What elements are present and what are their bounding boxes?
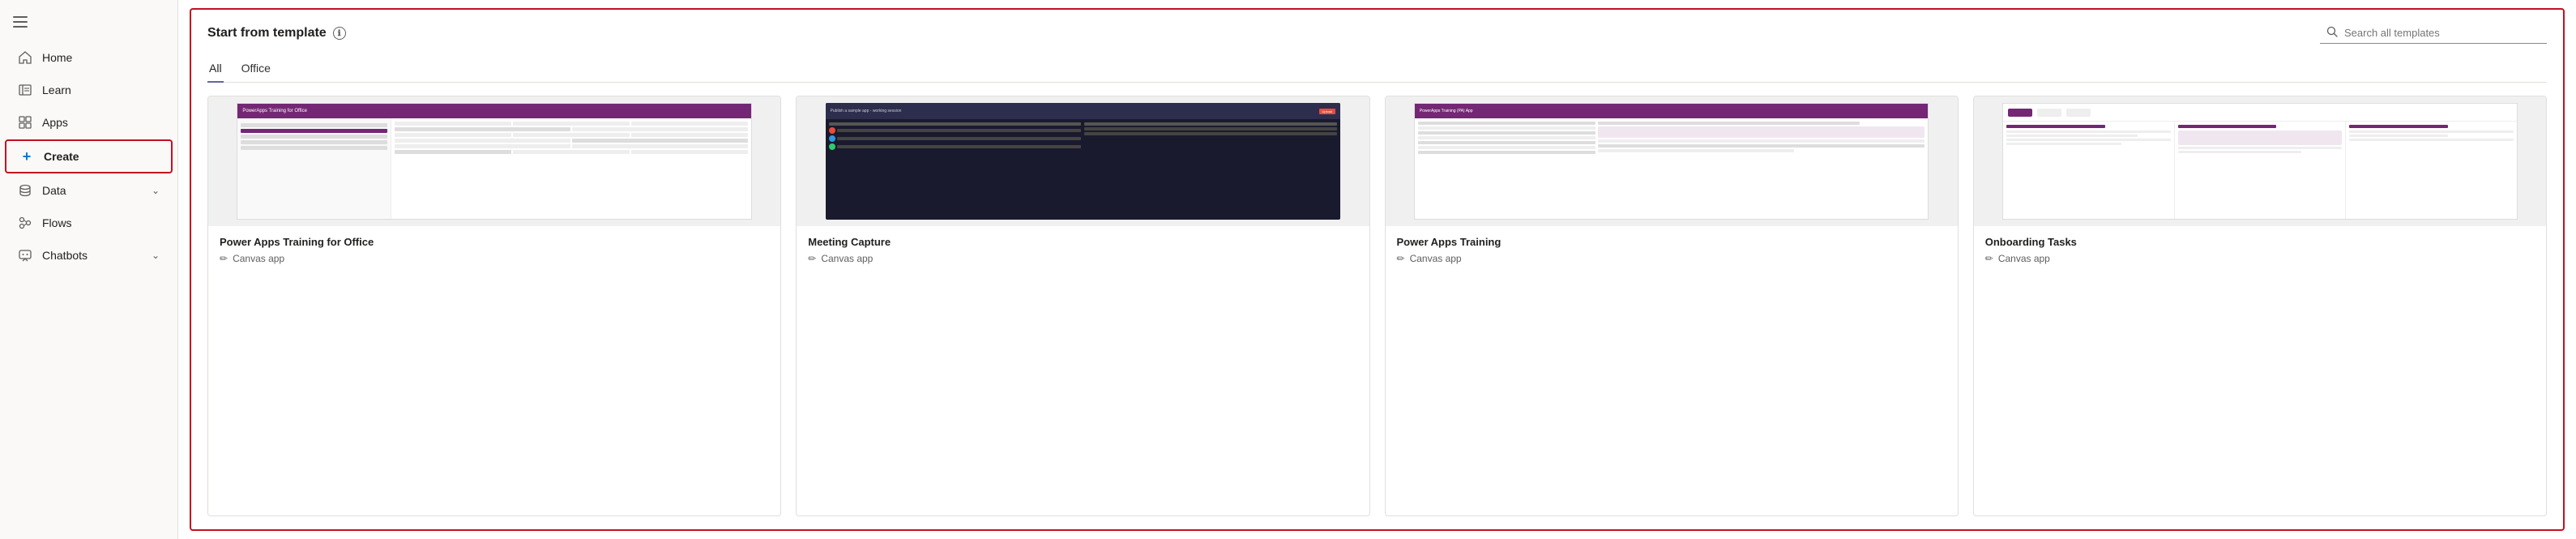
sidebar-item-create-label: Create (44, 150, 79, 163)
card-preview-4 (1974, 96, 2546, 226)
sidebar-item-data-label: Data (42, 184, 66, 197)
sidebar-item-learn-label: Learn (42, 83, 71, 96)
learn-icon (18, 83, 32, 97)
card-preview-1: PowerApps Training for Office (208, 96, 780, 226)
pencil-icon-2: ✏ (808, 253, 816, 264)
template-card-3[interactable]: PowerApps Training (PA) App (1385, 96, 1959, 516)
chatbots-chevron-icon: ⌄ (152, 250, 160, 261)
card-info-1: Power Apps Training for Office ✏ Canvas … (208, 226, 780, 274)
data-chevron-icon: ⌄ (152, 185, 160, 196)
search-icon (2326, 26, 2338, 40)
sidebar-item-learn[interactable]: Learn (5, 75, 173, 105)
sidebar: Home Learn Apps + Create (0, 0, 178, 539)
cards-row: PowerApps Training for Office (207, 96, 2547, 516)
chatbots-icon (18, 248, 32, 263)
template-card-1[interactable]: PowerApps Training for Office (207, 96, 781, 516)
sidebar-item-apps-label: Apps (42, 116, 68, 129)
card-info-3: Power Apps Training ✏ Canvas app (1386, 226, 1958, 274)
info-icon[interactable]: ℹ (333, 27, 346, 40)
tabs-row: All Office (207, 57, 2547, 83)
sidebar-item-flows-label: Flows (42, 216, 72, 229)
card-title-3: Power Apps Training (1397, 236, 1946, 248)
section-title-text: Start from template (207, 26, 327, 41)
sidebar-item-home-label: Home (42, 51, 72, 64)
section-title-group: Start from template ℹ (207, 26, 346, 41)
sidebar-item-chatbots[interactable]: Chatbots ⌄ (5, 240, 173, 271)
home-icon (18, 50, 32, 65)
apps-icon (18, 115, 32, 130)
search-input[interactable] (2344, 27, 2523, 39)
card-preview-3: PowerApps Training (PA) App (1386, 96, 1958, 226)
pencil-icon-3: ✏ (1397, 253, 1405, 264)
card-title-2: Meeting Capture (808, 236, 1357, 248)
card-info-2: Meeting Capture ✏ Canvas app (797, 226, 1369, 274)
template-card-2[interactable]: Publish a sample app - working session U… (796, 96, 1369, 516)
pencil-icon-4: ✏ (1985, 253, 1993, 264)
card-preview-2: Publish a sample app - working session U… (797, 96, 1369, 226)
sidebar-item-chatbots-label: Chatbots (42, 249, 88, 262)
card-title-4: Onboarding Tasks (1985, 236, 2535, 248)
sidebar-item-data[interactable]: Data ⌄ (5, 175, 173, 206)
card-type-4: ✏ Canvas app (1985, 253, 2535, 264)
hamburger-menu[interactable] (0, 8, 177, 41)
data-icon (18, 183, 32, 198)
sidebar-item-create[interactable]: + Create (5, 139, 173, 173)
flows-icon (18, 216, 32, 230)
create-plus-icon: + (19, 149, 34, 164)
section-header: Start from template ℹ (207, 23, 2547, 44)
main-content: Start from template ℹ All Office (178, 0, 2576, 539)
template-card-4[interactable]: Onboarding Tasks ✏ Canvas app (1973, 96, 2547, 516)
sidebar-item-home[interactable]: Home (5, 42, 173, 73)
sidebar-item-flows[interactable]: Flows (5, 207, 173, 238)
tab-office[interactable]: Office (240, 57, 272, 83)
card-type-1: ✏ Canvas app (220, 253, 769, 264)
card-info-4: Onboarding Tasks ✏ Canvas app (1974, 226, 2546, 274)
search-box[interactable] (2320, 23, 2547, 44)
sidebar-item-apps[interactable]: Apps (5, 107, 173, 138)
pencil-icon-1: ✏ (220, 253, 228, 264)
template-section: Start from template ℹ All Office (190, 8, 2565, 531)
card-type-3: ✏ Canvas app (1397, 253, 1946, 264)
tab-all[interactable]: All (207, 57, 224, 83)
card-type-2: ✏ Canvas app (808, 253, 1357, 264)
card-title-1: Power Apps Training for Office (220, 236, 769, 248)
